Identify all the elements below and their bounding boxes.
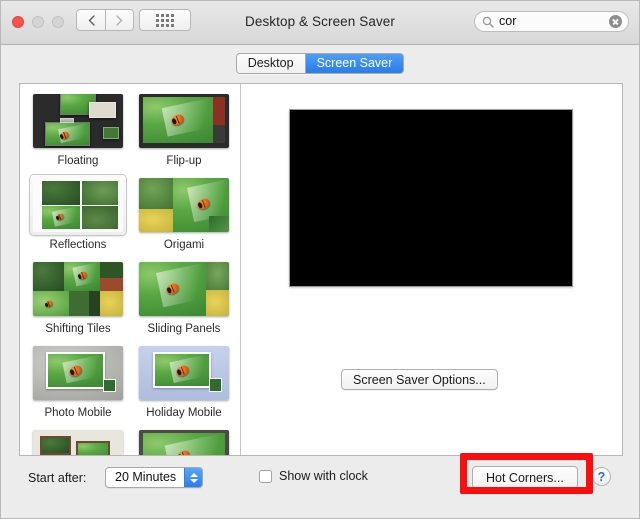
thumbnail-art	[33, 178, 123, 232]
list-item-label: Holiday Mobile	[146, 407, 222, 419]
list-item[interactable]: Floating	[28, 91, 128, 168]
thumbnail-art	[33, 430, 123, 455]
screen-saver-thumbnail-photo-wall[interactable]	[30, 427, 126, 455]
tab-desktop[interactable]: Desktop	[236, 53, 305, 73]
thumbnail-art	[33, 262, 123, 316]
thumbnail-art	[33, 346, 123, 400]
list-item[interactable]: Reflections	[28, 175, 128, 252]
start-after-label: Start after:	[28, 471, 87, 485]
list-item[interactable]: Sliding Panels	[134, 259, 234, 336]
stepper-icon[interactable]	[184, 468, 203, 487]
screen-saver-thumbnail-reflections[interactable]	[30, 175, 126, 235]
search-icon	[482, 16, 494, 28]
thumbnail-art	[139, 178, 229, 232]
list-item[interactable]: Shifting Tiles	[28, 259, 128, 336]
preview-pane: Screen Saver Options...	[241, 84, 622, 455]
help-button[interactable]: ?	[592, 467, 611, 486]
thumbnail-art	[139, 94, 229, 148]
start-after-value: 20 Minutes	[115, 470, 177, 484]
hot-corners-button[interactable]: Hot Corners...	[472, 466, 578, 489]
list-item[interactable]: Flip-up	[134, 91, 234, 168]
tab-screen-saver[interactable]: Screen Saver	[304, 53, 404, 73]
search-input[interactable]: cor	[499, 12, 609, 31]
screen-saver-thumbnail-vintage-prints[interactable]	[136, 427, 232, 455]
screen-saver-thumbnail-sliding-panels[interactable]	[136, 259, 232, 319]
thumbnail-art	[139, 262, 229, 316]
list-item-label: Flip-up	[166, 155, 202, 167]
show-with-clock-row[interactable]: Show with clock	[259, 469, 368, 483]
list-item-label: Floating	[57, 155, 99, 167]
screen-saver-thumbnail-holiday-mobile[interactable]	[136, 343, 232, 403]
screen-saver-thumbnail-floating[interactable]	[30, 91, 126, 151]
screen-saver-list[interactable]: Floating Flip-up Reflections Origami Shi…	[20, 84, 241, 455]
window-titlebar: Desktop & Screen Saver cor	[1, 1, 639, 45]
list-item[interactable]	[134, 427, 234, 455]
thumbnail-art	[139, 430, 229, 455]
list-item-label: Photo Mobile	[44, 407, 112, 419]
screen-saver-thumbnail-flipup[interactable]	[136, 91, 232, 151]
screen-saver-thumbnail-origami[interactable]	[136, 175, 232, 235]
list-item-label: Shifting Tiles	[45, 323, 111, 335]
start-after-dropdown[interactable]: 20 Minutes	[105, 467, 204, 488]
screen-saver-preview[interactable]	[289, 109, 573, 287]
footer-bar: Start after: 20 Minutes Show with clock …	[1, 458, 639, 518]
thumbnail-art	[33, 94, 123, 148]
list-item[interactable]: Origami	[134, 175, 234, 252]
list-item[interactable]: Photo Mobile	[28, 343, 128, 420]
screen-saver-thumbnail-shifting-tiles[interactable]	[30, 259, 126, 319]
preferences-window: Desktop & Screen Saver cor Desktop Scree…	[0, 0, 640, 519]
list-item[interactable]	[28, 427, 128, 455]
list-item-label: Reflections	[49, 239, 107, 251]
list-item[interactable]: Holiday Mobile	[134, 343, 234, 420]
tab-group: Desktop Screen Saver	[235, 52, 405, 74]
clear-search-icon[interactable]	[609, 15, 622, 28]
tab-strip: Desktop Screen Saver	[1, 45, 639, 81]
list-item-label: Sliding Panels	[147, 323, 221, 335]
content-panel: Floating Flip-up Reflections Origami Shi…	[19, 83, 623, 456]
show-with-clock-label: Show with clock	[279, 469, 368, 483]
screen-saver-thumbnail-photo-mobile[interactable]	[30, 343, 126, 403]
thumbnail-art	[139, 346, 229, 400]
list-item-label: Origami	[163, 239, 205, 251]
screen-saver-options-button[interactable]: Screen Saver Options...	[341, 369, 498, 390]
search-field[interactable]: cor	[474, 11, 629, 32]
show-with-clock-checkbox[interactable]	[259, 469, 272, 483]
